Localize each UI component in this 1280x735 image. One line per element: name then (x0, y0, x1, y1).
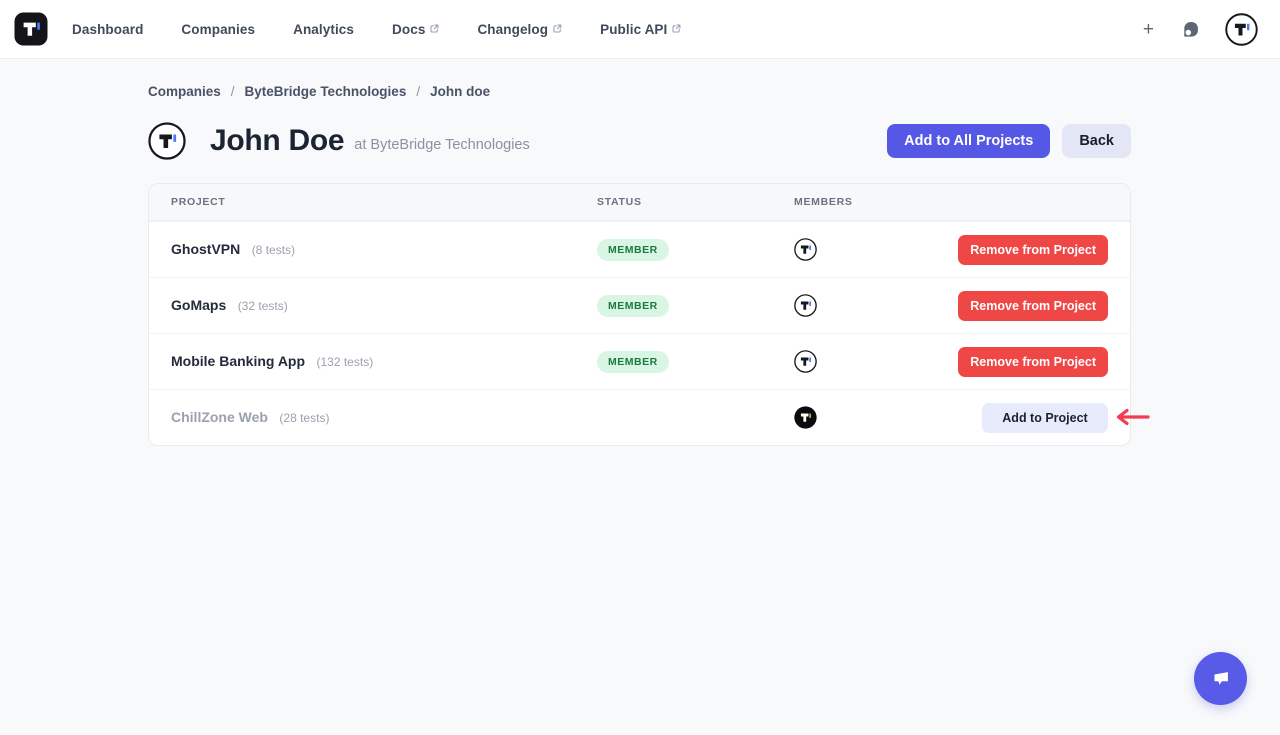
chat-button[interactable] (1194, 652, 1247, 705)
speech-bubble-icon (1208, 666, 1234, 692)
nav-public-api-label: Public API (600, 22, 667, 37)
nav-public-api[interactable]: Public API (600, 22, 681, 37)
breadcrumb-company[interactable]: ByteBridge Technologies (245, 84, 407, 99)
add-to-project-button[interactable]: Add to Project (982, 403, 1108, 433)
breadcrumb-separator: / (231, 84, 235, 99)
nav-docs[interactable]: Docs (392, 22, 439, 37)
header-actions: Add to All Projects Back (887, 124, 1131, 158)
table-row: Mobile Banking App (132 tests) MEMBER Re… (149, 333, 1130, 389)
add-to-all-projects-button[interactable]: Add to All Projects (887, 124, 1050, 158)
page-title: John Doe (210, 124, 344, 158)
page-header: John Doe at ByteBridge Technologies Add … (148, 120, 1131, 162)
status-badge: MEMBER (597, 295, 669, 317)
table-header-row: PROJECT STATUS MEMBERS (149, 184, 1130, 221)
back-button[interactable]: Back (1062, 124, 1131, 158)
project-tests-count: (28 tests) (279, 411, 329, 425)
member-avatar (794, 350, 817, 373)
table-row: GoMaps (32 tests) MEMBER Remove from Pro… (149, 277, 1130, 333)
project-tests-count: (132 tests) (317, 355, 374, 369)
projects-table: PROJECT STATUS MEMBERS GhostVPN (8 tests… (148, 183, 1131, 446)
breadcrumb: Companies / ByteBridge Technologies / Jo… (148, 84, 490, 99)
search-docs-icon[interactable] (1178, 17, 1203, 42)
project-name: Mobile Banking App (171, 353, 305, 369)
remove-from-project-button[interactable]: Remove from Project (958, 347, 1108, 377)
column-header-status: STATUS (597, 196, 794, 208)
user-avatar[interactable] (1225, 13, 1258, 46)
nav-dashboard[interactable]: Dashboard (72, 22, 143, 37)
column-header-project: PROJECT (171, 196, 597, 208)
brand-logo-icon[interactable] (14, 12, 48, 46)
status-badge: MEMBER (597, 351, 669, 373)
plus-icon[interactable]: + (1141, 18, 1156, 41)
member-avatar (794, 294, 817, 317)
column-header-members: MEMBERS (794, 196, 1108, 208)
external-link-icon (553, 24, 562, 33)
main-nav: Dashboard Companies Analytics Docs Chang… (72, 22, 681, 37)
navbar-right: + (1141, 13, 1266, 46)
breadcrumb-current: John doe (430, 84, 490, 99)
external-link-icon (672, 24, 681, 33)
table-row: ChillZone Web (28 tests) Add to Project (149, 389, 1130, 445)
nav-analytics[interactable]: Analytics (293, 22, 354, 37)
app-root: Dashboard Companies Analytics Docs Chang… (0, 0, 1280, 735)
remove-from-project-button[interactable]: Remove from Project (958, 235, 1108, 265)
member-avatar (794, 238, 817, 261)
project-name: ChillZone Web (171, 409, 268, 425)
person-avatar (148, 122, 186, 160)
external-link-icon (430, 24, 439, 33)
project-name: GoMaps (171, 297, 226, 313)
status-badge: MEMBER (597, 239, 669, 261)
project-tests-count: (32 tests) (238, 299, 288, 313)
project-name: GhostVPN (171, 241, 240, 257)
nav-changelog[interactable]: Changelog (477, 22, 562, 37)
page-subtitle: at ByteBridge Technologies (354, 137, 529, 153)
member-avatar (794, 406, 817, 429)
top-navbar: Dashboard Companies Analytics Docs Chang… (0, 0, 1280, 59)
nav-companies[interactable]: Companies (181, 22, 255, 37)
project-tests-count: (8 tests) (252, 243, 295, 257)
nav-changelog-label: Changelog (477, 22, 548, 37)
nav-docs-label: Docs (392, 22, 425, 37)
breadcrumb-separator: / (416, 84, 420, 99)
remove-from-project-button[interactable]: Remove from Project (958, 291, 1108, 321)
table-row: GhostVPN (8 tests) MEMBER Remove from Pr… (149, 221, 1130, 277)
breadcrumb-companies[interactable]: Companies (148, 84, 221, 99)
red-arrow-annotation-icon (1112, 407, 1150, 427)
